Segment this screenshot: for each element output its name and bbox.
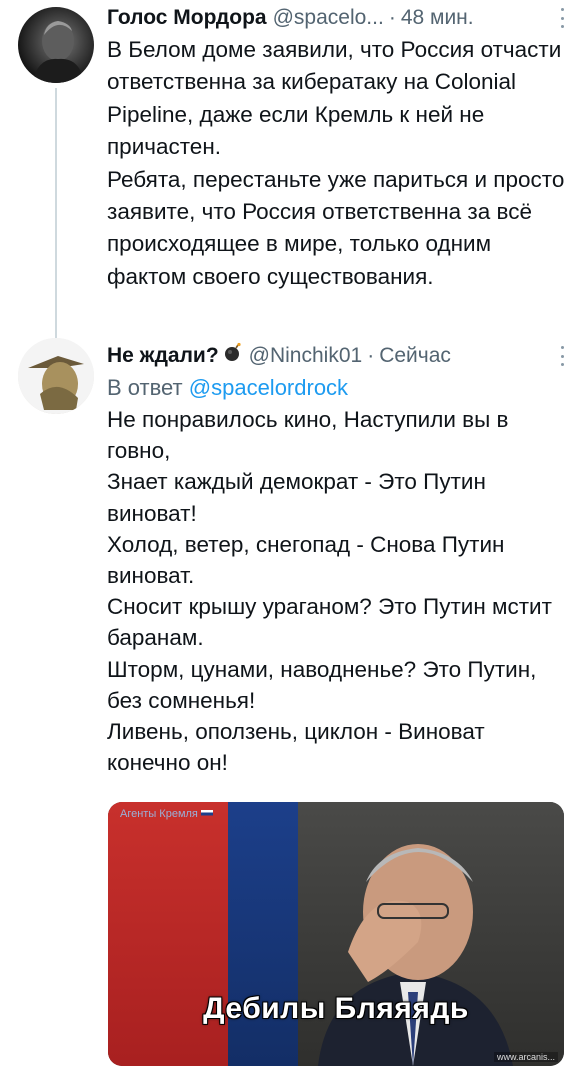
tweet-header: Голос Мордора @spacelo... · 48 мин.	[107, 2, 567, 34]
flag-red-stripe	[108, 802, 248, 1066]
tweet-header: Не ждали? @Ninchik01 · Сейчас	[107, 340, 567, 372]
author-name[interactable]: Голос Мордора	[107, 2, 267, 34]
author-handle[interactable]: @Ninchik01	[249, 340, 363, 372]
tweet-paragraph: Ребята, перестаньте уже париться и прост…	[107, 166, 565, 289]
tweet-paragraph: Шторм, цунами, наводненье? Это Путин, бе…	[107, 656, 537, 713]
separator-dot: ·	[388, 6, 396, 29]
tweet-paragraph: Сносит крышу ураганом? Это Путин мстит б…	[107, 594, 552, 651]
tweet-text: Не понравилось кино, Наступили вы в говн…	[107, 404, 567, 778]
avatar[interactable]	[18, 338, 94, 414]
tweet-paragraph: Холод, ветер, снегопад - Снова Путин вин…	[107, 531, 505, 589]
separator-dot: ·	[367, 344, 375, 367]
flag-blue-stripe	[228, 802, 298, 1066]
image-watermark: Агенты Кремля	[120, 808, 213, 820]
avatar-photo-icon	[32, 21, 84, 83]
thread-connector-line	[55, 88, 57, 340]
tweet[interactable]: Не ждали? @Ninchik01 · Сейчас В ответ @s…	[107, 340, 567, 778]
image-caption: Дебилы Бляяядь	[203, 992, 469, 1025]
timestamp[interactable]: Сейчас	[379, 340, 451, 372]
author-name[interactable]: Не ждали?	[107, 340, 219, 372]
reply-handle-link[interactable]: @spacelordrock	[189, 375, 348, 400]
avatar-photo-icon	[18, 338, 94, 414]
person-facepalm-image	[318, 844, 513, 1066]
tweet-paragraph: В Белом доме заявили, что Россия отчасти…	[107, 37, 562, 160]
tweet-paragraph: Не понравилось кино, Наступили вы в говн…	[107, 407, 509, 464]
flag-icon	[200, 810, 213, 818]
reply-prefix: В ответ	[107, 375, 183, 400]
tweet-paragraph: Ливень, оползень, циклон - Виноват конеч…	[107, 719, 485, 776]
bomb-icon	[224, 342, 241, 361]
tweet[interactable]: Голос Мордора @spacelo... · 48 мин. В Бе…	[107, 2, 567, 293]
timestamp[interactable]: 48 мин.	[401, 2, 474, 34]
site-watermark: www.arcanis...	[493, 1052, 558, 1062]
more-icon[interactable]	[557, 8, 567, 28]
tweet-paragraph: Знает каждый демократ - Это Путин винова…	[107, 469, 486, 526]
author-handle[interactable]: @spacelo...	[273, 2, 384, 34]
watermark-text: Агенты Кремля	[120, 808, 198, 820]
more-icon[interactable]	[557, 346, 567, 366]
tweet-media-image[interactable]: Агенты Кремля Дебилы Бляяядь www.arcanis…	[108, 802, 564, 1066]
tweet-text: В Белом доме заявили, что Россия отчасти…	[107, 34, 567, 293]
reply-context: В ответ @spacelordrock	[107, 372, 567, 404]
avatar[interactable]	[18, 7, 94, 83]
